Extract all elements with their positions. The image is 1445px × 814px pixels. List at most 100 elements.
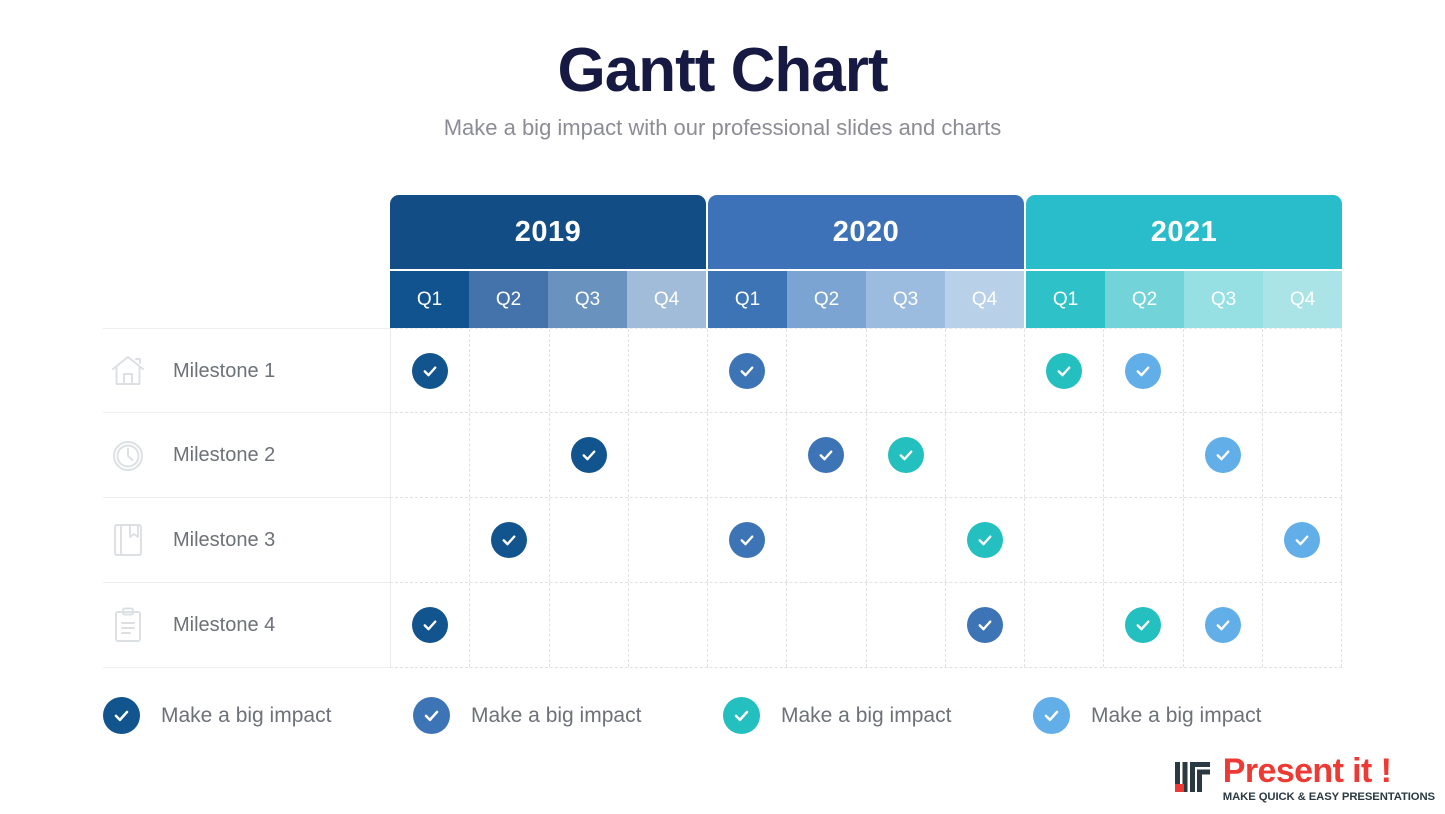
grid-cell[interactable] xyxy=(550,329,629,412)
milestone-label: Milestone 4 xyxy=(173,614,276,636)
grid-cell[interactable] xyxy=(391,498,471,582)
grid-cell[interactable] xyxy=(1025,583,1105,667)
row-label-2: Milestone 2 xyxy=(103,413,390,498)
quarter-header-2020-Q3: Q3 xyxy=(866,271,945,328)
check-icon[interactable] xyxy=(887,437,924,473)
table-row: Milestone 3 xyxy=(103,498,1342,583)
grid-cell[interactable] xyxy=(1025,329,1105,412)
legend-label: Make a big impact xyxy=(781,703,952,727)
table-row: Milestone 2 xyxy=(103,413,1342,498)
grid-cell[interactable] xyxy=(391,583,471,667)
grid-cell[interactable] xyxy=(1184,413,1263,497)
legend: Make a big impact Make a big impact Make a… xyxy=(103,697,1343,734)
legend-check-icon xyxy=(723,697,760,734)
grid-cell[interactable] xyxy=(550,583,629,667)
check-icon[interactable] xyxy=(808,437,845,473)
grid-cell[interactable] xyxy=(787,583,867,667)
bookmark-icon xyxy=(105,517,151,563)
quarter-header-2021-Q1: Q1 xyxy=(1026,271,1105,328)
grid-cell[interactable] xyxy=(1025,413,1105,497)
row-cells xyxy=(390,328,1342,413)
grid-cell[interactable] xyxy=(470,498,550,582)
table-row: Milestone 1 xyxy=(103,328,1342,413)
page-title: Gantt Chart xyxy=(557,36,889,105)
grid-cell[interactable] xyxy=(787,413,867,497)
grid-cell[interactable] xyxy=(629,498,708,582)
grid-cell[interactable] xyxy=(946,413,1025,497)
logo-mark-icon xyxy=(1173,758,1215,803)
grid-cell[interactable] xyxy=(708,498,788,582)
table-row: Milestone 4 xyxy=(103,583,1342,668)
grid-cell[interactable] xyxy=(391,329,471,412)
grid-cell[interactable] xyxy=(1184,498,1263,582)
grid-cell[interactable] xyxy=(1104,498,1184,582)
grid-cell[interactable] xyxy=(787,329,867,412)
grid-cell[interactable] xyxy=(867,329,946,412)
grid-cell[interactable] xyxy=(1025,498,1105,582)
check-icon[interactable] xyxy=(412,352,449,389)
year-header-row: 2019 2020 2021 xyxy=(390,195,1342,269)
check-icon[interactable] xyxy=(1204,437,1241,473)
grid-cell[interactable] xyxy=(946,498,1025,582)
grid-cell[interactable] xyxy=(550,498,629,582)
grid-cell[interactable] xyxy=(946,329,1025,412)
grid-cell[interactable] xyxy=(1104,583,1184,667)
grid-cell[interactable] xyxy=(1184,583,1263,667)
check-icon[interactable] xyxy=(1125,352,1162,389)
grid-cell[interactable] xyxy=(708,413,788,497)
brand-logo: Present it ! MAKE QUICK & EASY PRESENTAT… xyxy=(1173,754,1435,803)
legend-check-icon xyxy=(103,697,140,734)
check-icon[interactable] xyxy=(412,607,449,643)
check-icon[interactable] xyxy=(570,437,607,473)
grid-cell[interactable] xyxy=(629,413,708,497)
check-icon[interactable] xyxy=(1283,522,1320,558)
grid-cell[interactable] xyxy=(1104,413,1184,497)
grid-cell[interactable] xyxy=(708,583,788,667)
grid-cell[interactable] xyxy=(391,413,471,497)
legend-item: Make a big impact xyxy=(723,697,1033,734)
grid-cell[interactable] xyxy=(470,583,550,667)
check-icon[interactable] xyxy=(1204,607,1241,643)
quarter-header-2019-Q3: Q3 xyxy=(548,271,627,328)
check-icon[interactable] xyxy=(1046,352,1083,389)
logo-tagline: MAKE QUICK & EASY PRESENTATIONS xyxy=(1222,790,1435,803)
legend-item: Make a big impact xyxy=(413,697,723,734)
grid-cell[interactable] xyxy=(629,329,708,412)
grid-cell[interactable] xyxy=(867,498,946,582)
grid-cell[interactable] xyxy=(708,329,788,412)
milestone-label: Milestone 1 xyxy=(173,359,276,382)
grid-cell[interactable] xyxy=(470,329,550,412)
legend-item: Make a big impact xyxy=(103,697,413,734)
quarter-header-2020-Q2: Q2 xyxy=(787,271,866,328)
year-header-2020: 2020 xyxy=(708,195,1024,269)
check-icon[interactable] xyxy=(729,522,766,558)
grid-cell[interactable] xyxy=(867,583,946,667)
check-icon[interactable] xyxy=(491,522,528,558)
grid-cell[interactable] xyxy=(629,583,708,667)
grid-cell[interactable] xyxy=(1184,329,1263,412)
row-label-3: Milestone 3 xyxy=(103,498,390,583)
legend-check-icon xyxy=(413,697,450,734)
row-label-4: Milestone 4 xyxy=(103,583,390,668)
grid-cell[interactable] xyxy=(1104,329,1184,412)
grid-cell[interactable] xyxy=(1263,498,1342,582)
grid-cell[interactable] xyxy=(1263,583,1342,667)
grid-cell[interactable] xyxy=(470,413,550,497)
milestone-rows: Milestone 1 Milestone 2 Milestone 3 Milesto… xyxy=(103,328,1342,670)
check-icon[interactable] xyxy=(966,607,1003,643)
grid-cell[interactable] xyxy=(550,413,629,497)
check-icon[interactable] xyxy=(966,522,1003,558)
page-subtitle: Make a big impact with our professional … xyxy=(443,115,1002,141)
grid-cell[interactable] xyxy=(867,413,946,497)
grid-cell[interactable] xyxy=(946,583,1025,667)
grid-cell[interactable] xyxy=(787,498,867,582)
quarter-group-2020: Q1 Q2 Q3 Q4 xyxy=(708,271,1024,328)
grid-cell[interactable] xyxy=(1263,413,1342,497)
check-icon[interactable] xyxy=(729,352,766,389)
grid-cell[interactable] xyxy=(1263,329,1342,412)
quarter-header-2019-Q4: Q4 xyxy=(627,271,706,328)
gantt-chart: 2019 2020 2021 Q1 Q2 Q3 Q4 Q1 Q2 Q3 Q4 Q1 Q2 Q3 Q4 Mi… xyxy=(103,195,1342,670)
row-cells xyxy=(390,413,1342,498)
quarter-header-2019-Q1: Q1 xyxy=(390,271,469,328)
check-icon[interactable] xyxy=(1125,607,1162,643)
